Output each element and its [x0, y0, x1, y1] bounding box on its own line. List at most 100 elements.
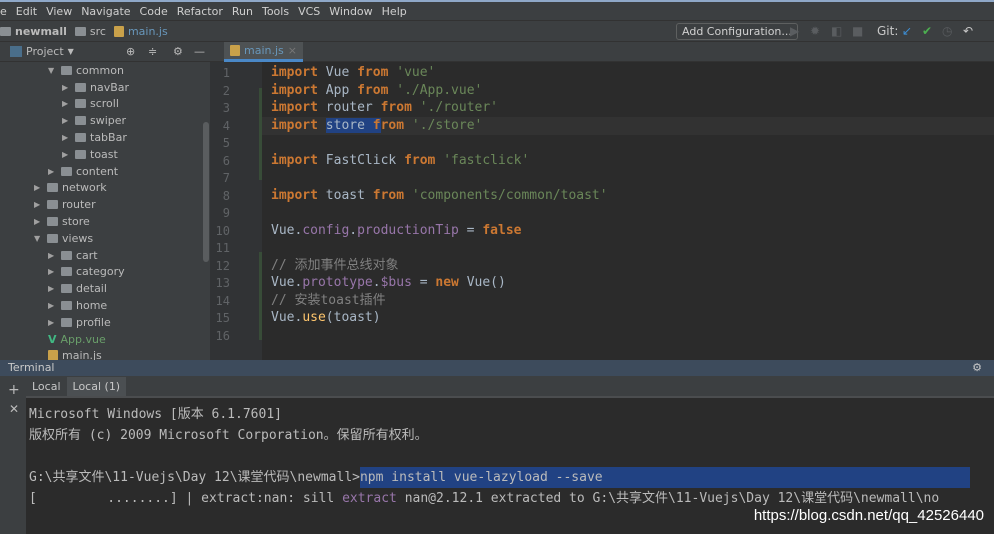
folder-icon [47, 233, 58, 243]
add-configuration-button[interactable]: Add Configuration... [676, 23, 798, 40]
revert-icon[interactable]: ↶ [963, 24, 973, 38]
project-view-selector[interactable]: Project [26, 45, 64, 58]
tree-item-label: store [62, 215, 90, 229]
menu-item[interactable]: Help [382, 5, 407, 18]
tree-item[interactable]: ▶ cart [0, 247, 210, 264]
add-terminal-icon[interactable]: + [0, 376, 26, 398]
debug-icon[interactable]: ✹ [810, 24, 820, 38]
chevron-right-icon[interactable]: ▶ [34, 217, 43, 226]
tree-item[interactable]: ▶ content [0, 163, 210, 180]
folder-icon [75, 133, 86, 143]
history-icon[interactable]: ◷ [942, 24, 952, 38]
locate-icon[interactable]: ⊕ [126, 45, 135, 58]
chevron-right-icon[interactable]: ▶ [62, 116, 71, 125]
project-name: newmall [15, 24, 67, 38]
git-update-icon[interactable]: ↙ [902, 24, 912, 38]
navigation-bar: newmall src main.js Add Configuration...… [0, 20, 994, 42]
tree-item[interactable]: ▶ router [0, 196, 210, 213]
gear-icon[interactable]: ⚙ [972, 360, 982, 376]
chevron-right-icon[interactable]: ▶ [48, 284, 57, 293]
chevron-down-icon[interactable]: ▼ [48, 66, 57, 75]
tree-item[interactable]: ▶ home [0, 297, 210, 314]
breadcrumb-file[interactable]: main.js [113, 25, 168, 38]
menu-item[interactable]: View [46, 5, 72, 18]
coverage-icon[interactable]: ◧ [831, 24, 842, 38]
tree-item-label: toast [90, 147, 118, 161]
progress-text: [ ........] | extract:nan: sill [29, 491, 343, 506]
tree-item[interactable]: ▼ views [0, 230, 210, 247]
tree-item[interactable]: ▼ common [0, 62, 210, 79]
tree-item[interactable]: V App.vue [0, 331, 210, 348]
chevron-right-icon[interactable]: ▶ [34, 183, 43, 192]
menu-item[interactable]: Navigate [81, 5, 130, 18]
terminal-tab-local[interactable]: Local [26, 377, 67, 396]
menu-item[interactable]: Run [232, 5, 253, 18]
editor[interactable]: main.js × 1 2 3 4 5 6 7 8 9 10 11 12 13 14 15 16 import … [210, 42, 994, 360]
line-number: 10 [215, 223, 230, 238]
stop-icon[interactable]: ■ [852, 24, 863, 38]
git-label: Git: [877, 24, 899, 38]
breadcrumb-project[interactable]: newmall [0, 25, 67, 38]
scrollbar[interactable] [203, 122, 209, 262]
chevron-right-icon[interactable]: ▶ [48, 318, 57, 327]
folder-icon [75, 82, 86, 92]
tree-item-label: navBar [90, 80, 130, 94]
chevron-right-icon[interactable]: ▶ [62, 150, 71, 159]
chevron-right-icon[interactable]: ▶ [48, 167, 57, 176]
line-number: 4 [222, 118, 230, 133]
chevron-right-icon[interactable]: ▶ [62, 133, 71, 142]
menu-item[interactable]: VCS [298, 5, 320, 18]
run-icon[interactable]: ▶ [790, 24, 799, 38]
tree-item[interactable]: ▶ scroll [0, 96, 210, 113]
menu-item[interactable]: Tools [262, 5, 289, 18]
tree-item[interactable]: ▶ store [0, 213, 210, 230]
line-number: 3 [222, 101, 230, 115]
chevron-right-icon[interactable]: ▶ [48, 301, 57, 310]
tab-main-js[interactable]: main.js × [224, 42, 303, 62]
chevron-down-icon[interactable]: ▼ [34, 234, 43, 243]
chevron-right-icon[interactable]: ▶ [34, 200, 43, 209]
chevron-right-icon[interactable]: ▶ [62, 83, 71, 92]
tree-item[interactable]: ▶ network [0, 180, 210, 197]
tree-item[interactable]: ▶ profile [0, 314, 210, 331]
folder-icon [75, 99, 86, 109]
tree-item-label: cart [76, 248, 98, 262]
collapse-icon[interactable]: ≑ [148, 45, 157, 58]
gear-icon[interactable]: ⚙ [173, 45, 183, 58]
terminal-sidebar: + ✕ [0, 376, 26, 534]
menu-item[interactable]: Code [140, 5, 168, 18]
terminal-tab-local-1[interactable]: Local (1) [66, 377, 127, 396]
menu-item[interactable]: Refactor [177, 5, 223, 18]
tree-item[interactable]: ▶ navBar [0, 79, 210, 96]
tree-item-label: scroll [90, 97, 119, 111]
tree-item[interactable]: ▶ toast [0, 146, 210, 163]
tree-item[interactable]: ▶ swiper [0, 112, 210, 129]
close-icon[interactable]: ✕ [0, 398, 26, 416]
menu-item[interactable]: Edit [16, 5, 37, 18]
breadcrumb-folder[interactable]: src [74, 25, 106, 38]
tree-item-label: content [76, 164, 119, 178]
hide-icon[interactable]: — [194, 45, 205, 58]
git-commit-icon[interactable]: ✔ [922, 24, 932, 38]
menu-item[interactable]: Window [329, 5, 372, 18]
extract-word: extract [342, 491, 397, 506]
line-number: 1 [222, 66, 230, 80]
js-file-icon [113, 25, 124, 37]
folder-icon [61, 250, 72, 260]
chevron-right-icon[interactable]: ▶ [48, 251, 57, 260]
menu-item[interactable]: e [0, 5, 7, 18]
tree-item[interactable]: ▶ category [0, 264, 210, 281]
chevron-right-icon[interactable]: ▶ [62, 99, 71, 108]
tree-item[interactable]: ▶ detail [0, 280, 210, 297]
chevron-down-icon[interactable]: ▼ [68, 47, 74, 56]
code-content[interactable]: import Vue from 'vue' import App from './… [271, 64, 608, 344]
chevron-right-icon[interactable]: ▶ [48, 267, 57, 276]
tree-item-label: tabBar [90, 131, 127, 145]
terminal-output[interactable]: Microsoft Windows [版本 6.1.7601] 版权所有 (c)… [29, 404, 970, 509]
tree-item[interactable]: ▶ tabBar [0, 129, 210, 146]
command: npm install vue-lazyload --save [359, 467, 970, 488]
close-icon[interactable]: × [288, 44, 297, 57]
